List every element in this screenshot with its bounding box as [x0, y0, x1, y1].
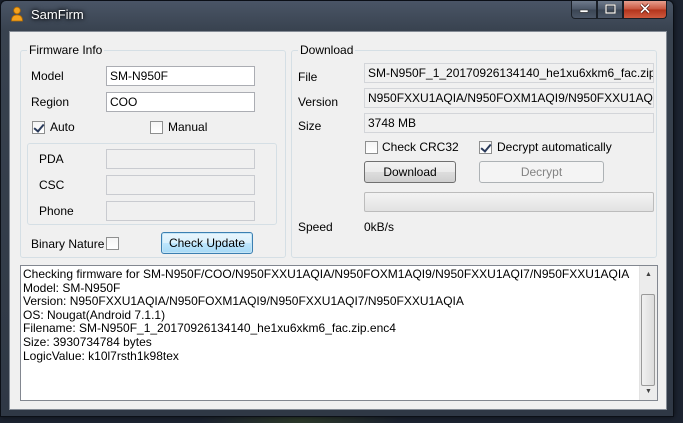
file-label: File: [298, 70, 318, 84]
scroll-down-arrow-icon[interactable]: ▼: [640, 383, 657, 400]
log-line: Model: SM-N950F: [23, 280, 121, 295]
close-button[interactable]: [623, 1, 667, 19]
phone-label: Phone: [39, 204, 74, 218]
samfirm-window: SamFirm Firmware Info Model SM-N950F Reg…: [0, 0, 674, 417]
decrypt-automatically-label[interactable]: Decrypt automatically: [497, 140, 612, 154]
version-field[interactable]: N950FXXU1AQIA/N950FOXM1AQI9/N950FXXU1AQI…: [364, 88, 654, 108]
log-line: LogicValue: k10l7rsth1k98tex: [23, 348, 179, 363]
scroll-up-arrow-icon[interactable]: ▲: [640, 266, 657, 283]
title-bar[interactable]: SamFirm: [1, 1, 673, 29]
region-input[interactable]: COO: [106, 92, 255, 112]
download-progress-bar: [364, 192, 654, 212]
version-label: Version: [298, 95, 339, 109]
close-icon: [639, 2, 651, 17]
csc-input[interactable]: [106, 175, 255, 195]
size-label: Size: [298, 119, 322, 133]
window-title: SamFirm: [31, 7, 84, 22]
csc-label: CSC: [39, 178, 65, 192]
check-crc32-checkbox[interactable]: [365, 141, 378, 154]
scroll-thumb[interactable]: [641, 294, 655, 386]
log-vertical-scrollbar[interactable]: ▲ ▼: [639, 266, 657, 400]
decrypt-button[interactable]: Decrypt: [479, 161, 604, 183]
pda-input[interactable]: [106, 149, 255, 169]
model-input[interactable]: SM-N950F: [106, 66, 255, 86]
speed-label: Speed: [298, 220, 333, 234]
samfirm-person-icon: [9, 6, 25, 22]
log-output[interactable]: Checking firmware for SM-N950F/COO/N950F…: [20, 265, 658, 401]
decrypt-automatically-checkbox[interactable]: [479, 141, 492, 154]
binary-nature-checkbox[interactable]: [106, 237, 119, 250]
firmware-info-group: Firmware Info Model SM-N950F Region COO …: [20, 43, 286, 258]
manual-checkbox[interactable]: [150, 121, 163, 134]
download-group: Download File SM-N950F_1_20170926134140_…: [291, 43, 657, 258]
log-line: Version: N950FXXU1AQIA/N950FOXM1AQI9/N95…: [23, 294, 464, 309]
region-label: Region: [31, 95, 70, 109]
maximize-button[interactable]: [597, 1, 623, 19]
auto-label[interactable]: Auto: [50, 120, 75, 134]
file-field[interactable]: SM-N950F_1_20170926134140_he1xu6xkm6_fac…: [364, 63, 654, 83]
log-line: OS: Nougat(Android 7.1.1): [23, 307, 166, 322]
auto-checkbox[interactable]: [32, 121, 45, 134]
minimize-button[interactable]: [571, 1, 597, 19]
manual-fields-group: PDA CSC Phone: [27, 143, 277, 225]
minimize-icon: [579, 3, 589, 17]
binary-nature-label: Binary Nature: [31, 237, 105, 251]
phone-input[interactable]: [106, 201, 255, 221]
speed-value: 0kB/s: [364, 220, 395, 234]
log-text[interactable]: Checking firmware for SM-N950F/COO/N950F…: [23, 267, 637, 398]
log-line: Checking firmware for SM-N950F/COO/N950F…: [23, 267, 630, 281]
manual-label[interactable]: Manual: [168, 120, 207, 134]
check-update-button[interactable]: Check Update: [161, 232, 253, 254]
model-label: Model: [31, 69, 64, 83]
log-line: Size: 3930734784 bytes: [23, 334, 152, 349]
maximize-icon: [604, 3, 616, 17]
size-field[interactable]: 3748 MB: [364, 113, 654, 133]
download-legend: Download: [298, 43, 356, 57]
check-crc32-label[interactable]: Check CRC32: [382, 140, 459, 154]
client-area: Firmware Info Model SM-N950F Region COO …: [9, 31, 667, 410]
pda-label: PDA: [39, 152, 64, 166]
download-button[interactable]: Download: [364, 161, 456, 183]
firmware-info-legend: Firmware Info: [27, 43, 105, 57]
log-line: Filename: SM-N950F_1_20170926134140_he1x…: [23, 321, 396, 336]
